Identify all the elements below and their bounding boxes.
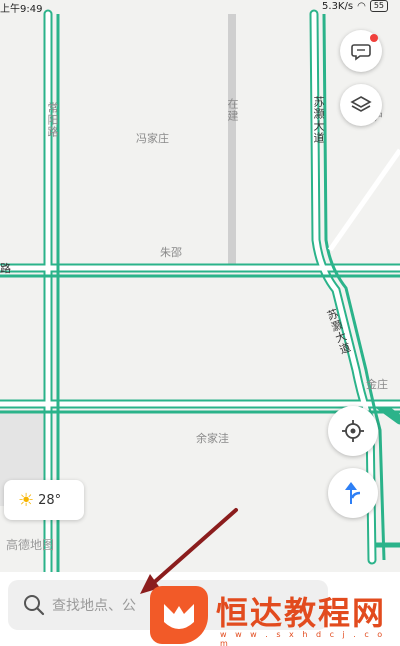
watermark-url: w w w . s x h d c j . c o m xyxy=(220,630,386,646)
status-time: 上午9:49 xyxy=(0,4,43,15)
status-icons: 5.3K/s ◠ 55 xyxy=(322,0,388,12)
annotation-arrow xyxy=(140,508,238,594)
status-bar: 上午9:49 5.3K/s ◠ 55 xyxy=(0,0,400,15)
wifi-icon: ◠ xyxy=(357,0,366,12)
network-speed: 5.3K/s xyxy=(322,0,354,12)
battery-indicator: 55 xyxy=(369,0,388,12)
watermark: 恒达教程网 w w w . s x h d c j . c o m xyxy=(150,586,396,646)
watermark-logo-icon xyxy=(150,586,208,644)
watermark-title: 恒达教程网 xyxy=(216,594,387,632)
